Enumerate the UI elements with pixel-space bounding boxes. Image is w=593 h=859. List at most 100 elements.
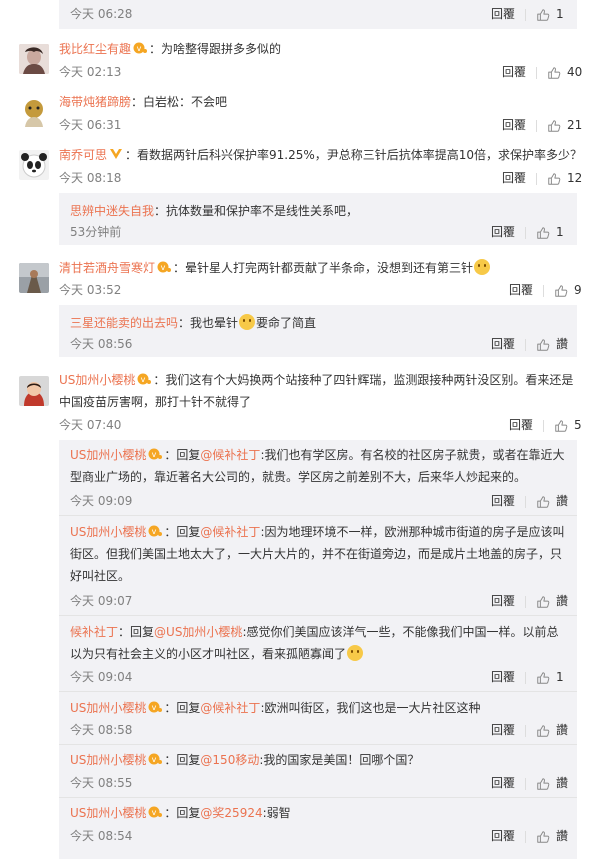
mention-link[interactable]: @候补社丁 xyxy=(200,701,260,715)
svg-text:v: v xyxy=(152,703,157,712)
comment-body: ：晕针星人打完两针都贡献了半条命，没想到还有第三针 xyxy=(173,261,474,275)
sub-reply-list: US加州小樱桃 v ：回复@候补社丁:我们也有学区房。有名校的社区房子就贵，或者在靠… xyxy=(59,440,577,859)
like-count[interactable]: 1 xyxy=(556,670,564,684)
user-name[interactable]: US加州小樱桃 xyxy=(70,806,146,820)
vip-badge-icon: v xyxy=(148,701,163,713)
thumb-up-icon[interactable] xyxy=(536,595,550,609)
divider xyxy=(59,797,577,798)
user-name[interactable]: 海带炖猪蹄膀 xyxy=(59,95,131,109)
svg-text:v: v xyxy=(152,527,157,536)
thumb-up-icon[interactable] xyxy=(547,172,561,186)
like-count[interactable]: 讚 xyxy=(556,594,568,608)
reply-button[interactable]: 回覆 xyxy=(502,171,526,185)
reply-button[interactable]: 回覆 xyxy=(491,594,515,608)
like-count[interactable]: 40 xyxy=(567,65,582,79)
comment-text: 我比红尘有趣 v ：为啥整得跟拼多多似的 xyxy=(59,40,281,58)
timestamp: 今天 03:52 xyxy=(59,283,122,297)
timestamp: 今天 08:56 xyxy=(70,337,133,351)
thumb-up-icon[interactable] xyxy=(536,495,550,509)
emoji-icon xyxy=(474,259,491,275)
vip-badge-icon: v xyxy=(148,525,163,537)
thumb-up-icon[interactable] xyxy=(554,419,568,433)
mention-link[interactable]: @候补社丁 xyxy=(200,525,260,539)
thumb-up-icon[interactable] xyxy=(536,226,550,240)
timestamp: 53分钟前 xyxy=(70,225,122,239)
comment-body: ：白岩松：不会吧 xyxy=(131,95,228,109)
reply-button[interactable]: 回覆 xyxy=(502,118,526,132)
avatar[interactable] xyxy=(19,97,49,127)
reply-button[interactable]: 回覆 xyxy=(491,7,515,21)
user-name[interactable]: 我比红尘有趣 xyxy=(59,42,131,56)
mention-link[interactable]: @US加州小樱桃 xyxy=(154,625,242,639)
vip-badge-icon: v xyxy=(148,806,163,818)
like-count[interactable]: 1 xyxy=(556,225,564,239)
thumb-up-icon[interactable] xyxy=(536,338,550,352)
comment-body: ：我们这有个大妈换两个站接种了四针辉瑞，监测跟接种两针没区别。看来还是 xyxy=(153,373,574,387)
thumb-up-icon[interactable] xyxy=(536,724,550,738)
mention-link[interactable]: @150移动 xyxy=(200,753,259,767)
reply-button[interactable]: 回覆 xyxy=(491,337,515,351)
reply-button[interactable]: 回覆 xyxy=(491,829,515,843)
thumb-up-icon[interactable] xyxy=(554,284,568,298)
sub-reply-text: US加州小樱桃 v ：回复@奖25924:弱智 xyxy=(70,806,291,820)
reply-button[interactable]: 回覆 xyxy=(491,670,515,684)
user-name[interactable]: US加州小樱桃 xyxy=(70,753,146,767)
comment-actions: 回覆 40 xyxy=(502,64,582,80)
sub-reply-text: 思辨中迷失自我：抗体数量和保护率不是线性关系吧， xyxy=(70,202,358,220)
svg-text:v: v xyxy=(141,375,146,384)
reply-button[interactable]: 回覆 xyxy=(491,776,515,790)
reply-button[interactable]: 回覆 xyxy=(509,283,533,297)
user-name[interactable]: 思辨中迷失自我 xyxy=(70,204,154,218)
avatar[interactable] xyxy=(19,263,49,293)
thumb-up-icon[interactable] xyxy=(536,830,550,844)
emoji-icon xyxy=(347,645,364,661)
like-count[interactable]: 12 xyxy=(567,171,582,185)
reply-button[interactable]: 回覆 xyxy=(491,723,515,737)
user-name[interactable]: 清甘若酒舟雪寒灯 xyxy=(59,261,155,275)
timestamp: 今天 08:18 xyxy=(59,171,122,185)
user-name[interactable]: US加州小樱桃 xyxy=(70,701,146,715)
sub-reply-text: 三星还能卖的出去吗：我也晕针 要命了简直 xyxy=(70,314,316,332)
user-name[interactable]: 候补社丁 xyxy=(70,625,118,639)
like-count[interactable]: 讚 xyxy=(556,494,568,508)
sub-reply-box: 三星还能卖的出去吗：我也晕针 要命了简直 今天 08:56 回覆 讚 xyxy=(59,305,577,357)
like-count[interactable]: 讚 xyxy=(556,337,568,351)
thumb-up-icon[interactable] xyxy=(547,119,561,133)
user-name[interactable]: US加州小樱桃 xyxy=(59,373,135,387)
reply-actions: 回覆 1 xyxy=(491,669,564,685)
thumb-up-icon[interactable] xyxy=(536,8,550,22)
reply-actions: 回覆 讚 xyxy=(491,593,568,609)
divider xyxy=(59,515,577,516)
avatar[interactable] xyxy=(19,44,49,74)
reply-actions: 回覆 讚 xyxy=(491,828,568,844)
user-name[interactable]: US加州小樱桃 xyxy=(70,525,146,539)
like-count[interactable]: 讚 xyxy=(556,776,568,790)
avatar[interactable] xyxy=(19,376,49,406)
reply-button[interactable]: 回覆 xyxy=(509,418,533,432)
reply-actions: 回覆 讚 xyxy=(491,722,568,738)
svg-text:v: v xyxy=(152,808,157,817)
vip-badge-icon: v xyxy=(157,261,172,273)
user-name[interactable]: 三星还能卖的出去吗 xyxy=(70,316,178,330)
like-count[interactable]: 讚 xyxy=(556,723,568,737)
sub-reply-box: 思辨中迷失自我：抗体数量和保护率不是线性关系吧， 53分钟前 回覆 1 xyxy=(59,193,577,245)
like-count[interactable]: 1 xyxy=(556,7,564,21)
like-count[interactable]: 9 xyxy=(574,283,582,297)
thumb-up-icon[interactable] xyxy=(536,777,550,791)
avatar[interactable] xyxy=(19,150,49,180)
thumb-up-icon[interactable] xyxy=(536,671,550,685)
user-name[interactable]: 南乔可思 xyxy=(59,148,107,162)
like-count[interactable]: 讚 xyxy=(556,829,568,843)
user-name[interactable]: US加州小樱桃 xyxy=(70,448,146,462)
reply-button[interactable]: 回覆 xyxy=(502,65,526,79)
comment-actions: 回覆 12 xyxy=(502,170,582,186)
mention-link[interactable]: @候补社丁 xyxy=(200,448,260,462)
reply-button[interactable]: 回覆 xyxy=(491,494,515,508)
thumb-up-icon[interactable] xyxy=(547,66,561,80)
reply-button[interactable]: 回覆 xyxy=(491,225,515,239)
like-count[interactable]: 21 xyxy=(567,118,582,132)
comment-body: ：抗体数量和保护率不是线性关系吧， xyxy=(154,204,359,218)
like-count[interactable]: 5 xyxy=(574,418,582,432)
reply-actions: 回覆 讚 xyxy=(491,336,568,352)
mention-link[interactable]: @奖25924 xyxy=(200,806,262,820)
